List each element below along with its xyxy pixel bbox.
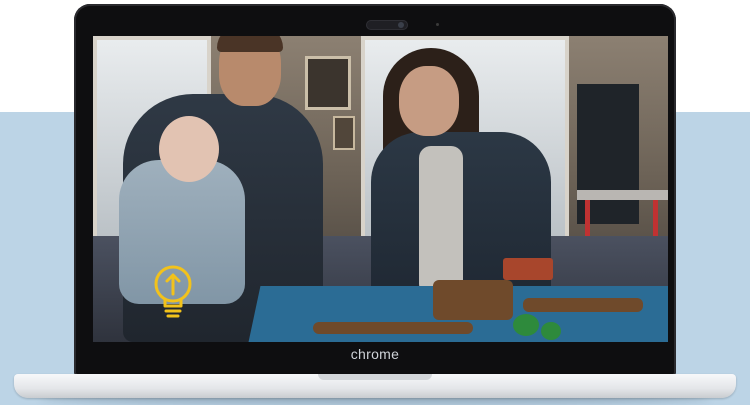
background-table bbox=[577, 190, 668, 200]
wooden-track bbox=[313, 322, 473, 334]
chrome-brand-label: chrome bbox=[350, 346, 400, 362]
woman-sweater bbox=[419, 146, 463, 296]
wall-picture-frame bbox=[333, 116, 355, 150]
man-hair bbox=[217, 36, 283, 52]
webcam-lens bbox=[398, 22, 404, 28]
webcam-indicator bbox=[436, 23, 439, 26]
wooden-toy bbox=[433, 280, 513, 320]
laptop-screen bbox=[93, 36, 668, 342]
toy-tree bbox=[513, 314, 539, 336]
woman-head bbox=[399, 66, 459, 136]
lightbulb-upload-icon[interactable] bbox=[151, 264, 195, 322]
baby-head bbox=[159, 116, 219, 182]
wooden-track bbox=[523, 298, 643, 312]
toy-building bbox=[503, 258, 553, 280]
laptop-hinge-notch bbox=[318, 374, 432, 380]
wall-picture-frame bbox=[305, 56, 351, 110]
toy-tree bbox=[541, 322, 561, 340]
